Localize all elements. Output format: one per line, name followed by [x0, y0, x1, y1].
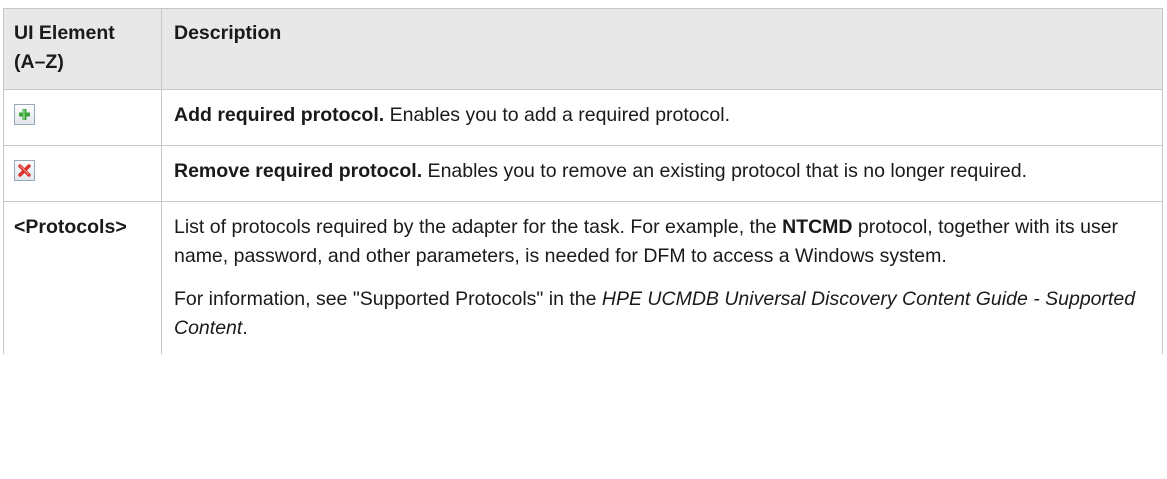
- description-text: Enables you to add a required protocol.: [384, 104, 730, 126]
- description-title: Add required protocol.: [174, 104, 385, 126]
- remove-icon: [14, 160, 35, 181]
- description-title: Remove required protocol.: [174, 160, 423, 182]
- header-ui-element: UI Element (A–Z): [3, 8, 162, 90]
- paragraph-text: List of protocols required by the adapte…: [174, 216, 783, 238]
- ui-element-table: UI Element (A–Z) Description Add require…: [3, 8, 1163, 354]
- description-paragraph: List of protocols required by the adapte…: [174, 213, 1142, 271]
- table-row: <Protocols> List of protocols required b…: [3, 201, 1163, 354]
- protocol-name: NTCMD: [782, 216, 853, 238]
- table-row: Remove required protocol. Enables you to…: [3, 145, 1163, 202]
- paragraph-text: For information, see "Supported Protocol…: [174, 288, 602, 310]
- table-row: Add required protocol. Enables you to ad…: [3, 89, 1163, 146]
- description-cell: Add required protocol. Enables you to ad…: [161, 89, 1163, 146]
- element-cell: [3, 145, 162, 202]
- reference-paragraph: For information, see "Supported Protocol…: [174, 285, 1142, 343]
- description-text: Enables you to remove an existing protoc…: [422, 160, 1027, 182]
- header-description: Description: [161, 8, 1163, 90]
- element-label: <Protocols>: [3, 201, 162, 354]
- paragraph-text: .: [242, 317, 248, 339]
- description-cell: Remove required protocol. Enables you to…: [161, 145, 1163, 202]
- description-cell: List of protocols required by the adapte…: [161, 201, 1163, 354]
- add-icon: [14, 104, 35, 125]
- element-cell: [3, 89, 162, 146]
- table-header-row: UI Element (A–Z) Description: [3, 8, 1163, 90]
